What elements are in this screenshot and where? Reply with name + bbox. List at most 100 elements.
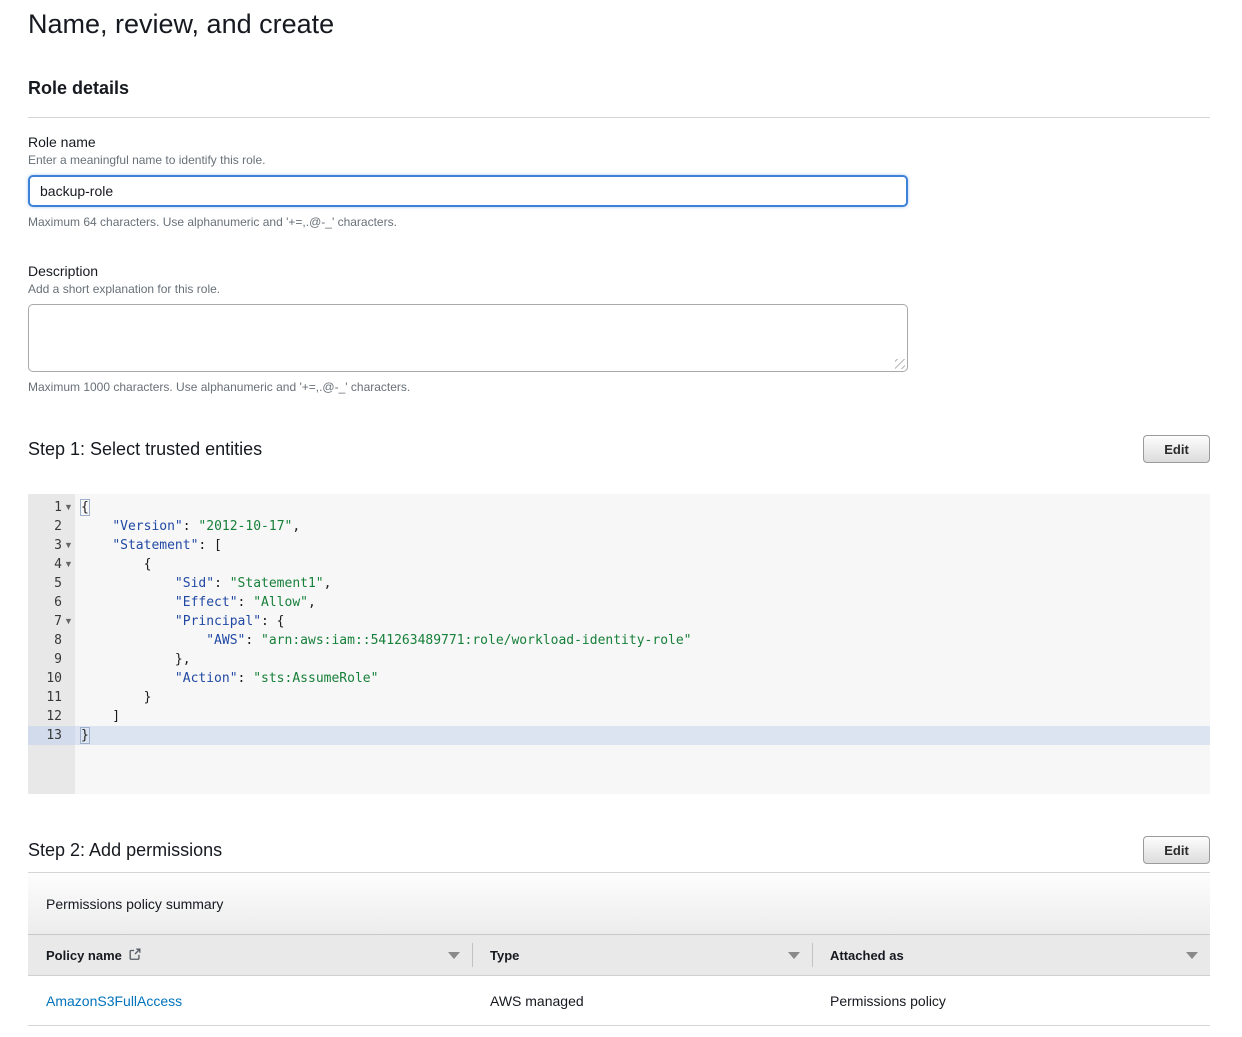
editor-code-line[interactable]: } <box>75 688 151 707</box>
editor-line-5[interactable]: 5 "Sid": "Statement1", <box>28 574 1210 593</box>
editor-code-line[interactable]: } <box>75 726 90 745</box>
description-input[interactable] <box>28 304 908 372</box>
editor-line-10[interactable]: 10 "Action": "sts:AssumeRole" <box>28 669 1210 688</box>
text-caret <box>89 728 90 742</box>
description-help: Add a short explanation for this role. <box>28 282 1210 296</box>
policy-type-cell: AWS managed <box>472 976 812 1025</box>
editor-code-line[interactable]: "Effect": "Allow", <box>75 593 316 612</box>
fold-toggle-icon[interactable]: ▼ <box>62 498 75 517</box>
editor-gutter[interactable]: 3▼ <box>28 536 75 555</box>
editor-gutter[interactable]: 11 <box>28 688 75 707</box>
page-title: Name, review, and create <box>28 0 1210 40</box>
line-number: 13 <box>46 726 62 745</box>
fold-spacer <box>62 669 75 688</box>
line-number: 1 <box>54 498 62 517</box>
line-number: 8 <box>54 631 62 650</box>
role-name-field: Role name Enter a meaningful name to ide… <box>28 134 1210 229</box>
step2-heading: Step 2: Add permissions <box>28 840 222 861</box>
fold-spacer <box>62 631 75 650</box>
editor-code-line[interactable]: }, <box>75 650 191 669</box>
role-name-input[interactable] <box>28 175 908 207</box>
editor-line-12[interactable]: 12 ] <box>28 707 1210 726</box>
editor-line-7[interactable]: 7▼ "Principal": { <box>28 612 1210 631</box>
editor-gutter[interactable]: 13 <box>28 726 75 745</box>
line-number: 3 <box>54 536 62 555</box>
description-field: Description Add a short explanation for … <box>28 263 1210 394</box>
editor-line-6[interactable]: 6 "Effect": "Allow", <box>28 593 1210 612</box>
trust-policy-code-editor[interactable]: 1▼{2 "Version": "2012-10-17",3▼ "Stateme… <box>28 494 1210 794</box>
column-header-policy-name[interactable]: Policy name <box>28 935 472 975</box>
column-header-attached-as[interactable]: Attached as <box>812 935 1210 975</box>
policy-name-header-label: Policy name <box>46 948 122 963</box>
editor-gutter[interactable]: 6 <box>28 593 75 612</box>
editor-line-4[interactable]: 4▼ { <box>28 555 1210 574</box>
role-name-help: Enter a meaningful name to identify this… <box>28 153 1210 167</box>
editor-line-8[interactable]: 8 "AWS": "arn:aws:iam::541263489771:role… <box>28 631 1210 650</box>
step1-edit-button[interactable]: Edit <box>1143 435 1210 463</box>
editor-gutter[interactable]: 5 <box>28 574 75 593</box>
create-role-review-page: Name, review, and create Role details Ro… <box>0 0 1242 1037</box>
line-number: 5 <box>54 574 62 593</box>
permissions-panel-header: Permissions policy summary <box>28 873 1210 935</box>
description-constraint: Maximum 1000 characters. Use alphanumeri… <box>28 380 1210 394</box>
table-row: AmazonS3FullAccess AWS managed Permissio… <box>28 976 1210 1026</box>
attached-as-cell: Permissions policy <box>812 976 1210 1025</box>
external-link-icon <box>128 947 142 961</box>
editor-gutter[interactable]: 12 <box>28 707 75 726</box>
attached-as-header-label: Attached as <box>830 948 904 963</box>
permissions-panel-title: Permissions policy summary <box>46 896 223 912</box>
fold-toggle-icon[interactable]: ▼ <box>62 536 75 555</box>
editor-gutter[interactable]: 10 <box>28 669 75 688</box>
step2-edit-button[interactable]: Edit <box>1143 836 1210 864</box>
line-number: 4 <box>54 555 62 574</box>
editor-line-11[interactable]: 11 } <box>28 688 1210 707</box>
editor-gutter[interactable]: 8 <box>28 631 75 650</box>
editor-gutter[interactable]: 1▼ <box>28 498 75 517</box>
step2-section-header: Step 2: Add permissions Edit <box>28 836 1210 864</box>
sort-icon[interactable] <box>1186 952 1198 959</box>
fold-toggle-icon[interactable]: ▼ <box>62 612 75 631</box>
editor-gutter[interactable]: 2 <box>28 517 75 536</box>
line-number: 9 <box>54 650 62 669</box>
fold-spacer <box>62 574 75 593</box>
editor-code-line[interactable]: "Version": "2012-10-17", <box>75 517 300 536</box>
editor-code-line[interactable]: "Sid": "Statement1", <box>75 574 331 593</box>
policy-link[interactable]: AmazonS3FullAccess <box>46 993 182 1009</box>
role-details-heading: Role details <box>28 78 1210 99</box>
fold-spacer <box>62 650 75 669</box>
editor-code-line[interactable]: "Principal": { <box>75 612 285 631</box>
editor-line-2[interactable]: 2 "Version": "2012-10-17", <box>28 517 1210 536</box>
line-number: 11 <box>46 688 62 707</box>
fold-toggle-icon[interactable]: ▼ <box>62 555 75 574</box>
fold-spacer <box>62 688 75 707</box>
editor-code-line[interactable]: "AWS": "arn:aws:iam::541263489771:role/w… <box>75 631 692 650</box>
editor-line-13[interactable]: 13} <box>28 726 1210 745</box>
editor-code-line[interactable]: "Statement": [ <box>75 536 222 555</box>
line-number: 10 <box>46 669 62 688</box>
role-name-label: Role name <box>28 134 1210 150</box>
editor-code-line[interactable]: { <box>75 498 89 517</box>
line-number: 12 <box>46 707 62 726</box>
editor-line-1[interactable]: 1▼{ <box>28 498 1210 517</box>
description-label: Description <box>28 263 1210 279</box>
column-header-type[interactable]: Type <box>472 935 812 975</box>
editor-line-9[interactable]: 9 }, <box>28 650 1210 669</box>
fold-spacer <box>62 517 75 536</box>
line-number: 7 <box>54 612 62 631</box>
sort-icon[interactable] <box>448 952 460 959</box>
policy-name-cell: AmazonS3FullAccess <box>28 976 472 1025</box>
editor-gutter[interactable]: 7▼ <box>28 612 75 631</box>
sort-icon[interactable] <box>788 952 800 959</box>
type-header-label: Type <box>490 948 519 963</box>
editor-code-line[interactable]: ] <box>75 707 120 726</box>
editor-gutter[interactable]: 4▼ <box>28 555 75 574</box>
resize-grip-icon[interactable] <box>895 359 905 369</box>
editor-code-line[interactable]: "Action": "sts:AssumeRole" <box>75 669 378 688</box>
editor-code-line[interactable]: { <box>75 555 151 574</box>
editor-gutter[interactable]: 9 <box>28 650 75 669</box>
line-number: 2 <box>54 517 62 536</box>
table-header-row: Policy name Type Attached as <box>28 935 1210 976</box>
fold-spacer <box>62 593 75 612</box>
line-number: 6 <box>54 593 62 612</box>
editor-line-3[interactable]: 3▼ "Statement": [ <box>28 536 1210 555</box>
